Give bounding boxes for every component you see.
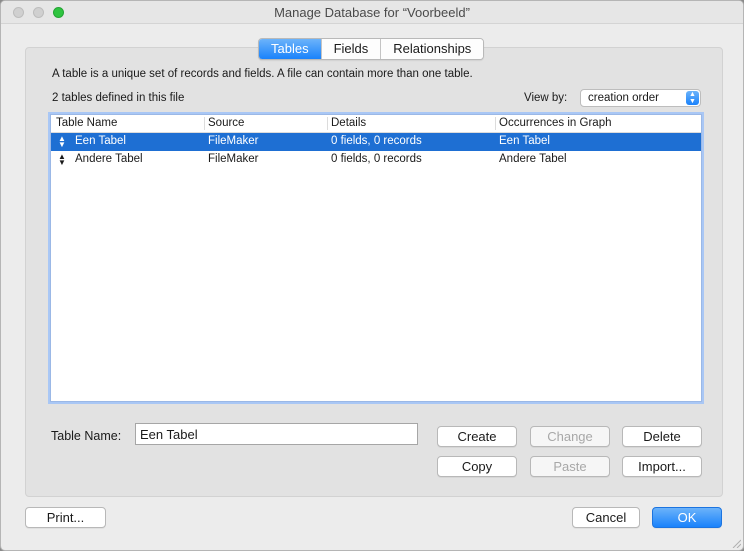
- cell-table-name: Een Tabel: [75, 135, 126, 147]
- cell-source: FileMaker: [208, 153, 259, 165]
- cell-source: FileMaker: [208, 135, 259, 147]
- table-row[interactable]: ▲ ▼ Andere Tabel FileMaker 0 fields, 0 re…: [51, 151, 701, 169]
- delete-button[interactable]: Delete: [622, 426, 702, 447]
- column-divider: [204, 117, 205, 130]
- view-by-label: View by:: [524, 92, 568, 104]
- cell-occurrences: Een Tabel: [499, 135, 550, 147]
- column-header-table-name[interactable]: Table Name: [56, 117, 117, 132]
- column-header-source[interactable]: Source: [208, 117, 244, 132]
- drag-handle-icon[interactable]: ▲ ▼: [58, 153, 66, 167]
- manage-database-window: Manage Database for “Voorbeeld” Tables F…: [0, 0, 744, 551]
- table-name-label: Table Name:: [51, 429, 122, 443]
- tables-description: A table is a unique set of records and f…: [52, 68, 473, 80]
- tab-bar: Tables Fields Relationships: [258, 38, 485, 60]
- column-divider: [495, 117, 496, 130]
- paste-button[interactable]: Paste: [530, 456, 610, 477]
- resize-grip-icon[interactable]: [731, 538, 741, 548]
- column-header-occurrences[interactable]: Occurrences in Graph: [499, 117, 612, 132]
- table-name-input[interactable]: [135, 423, 418, 445]
- up-down-arrows-icon: ▲ ▼: [686, 91, 699, 105]
- tables-list[interactable]: Table Name Source Details Occurrences in…: [50, 114, 702, 402]
- view-by-value: creation order: [588, 92, 659, 104]
- list-header: Table Name Source Details Occurrences in…: [51, 115, 701, 133]
- table-row[interactable]: ▲ ▼ Een Tabel FileMaker 0 fields, 0 recor…: [51, 133, 701, 151]
- window-title: Manage Database for “Voorbeeld”: [274, 5, 470, 20]
- tables-count: 2 tables defined in this file: [52, 92, 185, 104]
- tab-fields[interactable]: Fields: [321, 39, 382, 59]
- drag-handle-icon[interactable]: ▲ ▼: [58, 135, 66, 149]
- create-button[interactable]: Create: [437, 426, 517, 447]
- ok-button[interactable]: OK: [652, 507, 722, 528]
- tab-tables[interactable]: Tables: [259, 39, 322, 59]
- column-header-details[interactable]: Details: [331, 117, 366, 132]
- cell-details: 0 fields, 0 records: [331, 153, 422, 165]
- cell-occurrences: Andere Tabel: [499, 153, 567, 165]
- print-button[interactable]: Print...: [25, 507, 106, 528]
- change-button[interactable]: Change: [530, 426, 610, 447]
- tab-relationships[interactable]: Relationships: [381, 39, 484, 59]
- title-bar[interactable]: Manage Database for “Voorbeeld”: [1, 1, 743, 24]
- cell-details: 0 fields, 0 records: [331, 135, 422, 147]
- copy-button[interactable]: Copy: [437, 456, 517, 477]
- import-button[interactable]: Import...: [622, 456, 702, 477]
- cell-table-name: Andere Tabel: [75, 153, 143, 165]
- cancel-button[interactable]: Cancel: [572, 507, 640, 528]
- view-by-select[interactable]: creation order ▲ ▼: [580, 89, 701, 107]
- column-divider: [327, 117, 328, 130]
